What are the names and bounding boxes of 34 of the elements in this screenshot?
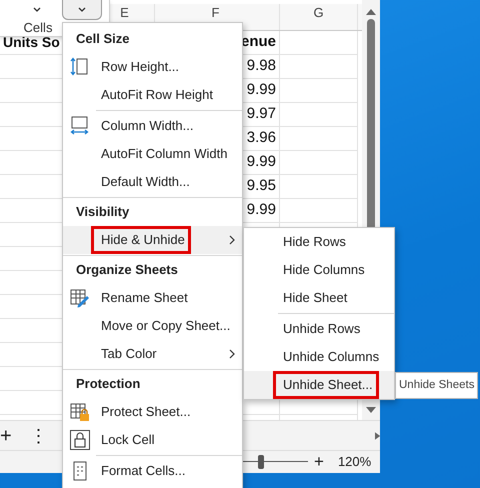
menu-item[interactable]: Tab Color bbox=[63, 340, 242, 368]
menu-item[interactable]: Hide Columns bbox=[244, 256, 394, 284]
column-width-icon bbox=[70, 116, 90, 136]
add-sheet-button[interactable]: + bbox=[0, 426, 12, 446]
tooltip: Unhide Sheets bbox=[395, 372, 478, 400]
chevron-down-icon bbox=[33, 7, 41, 12]
section-heading: Protection bbox=[75, 375, 142, 394]
dropdown-button[interactable] bbox=[62, 0, 102, 20]
menu-item[interactable]: Format Cells... bbox=[63, 457, 242, 485]
table-lock-icon bbox=[70, 402, 90, 422]
chevron-right-icon bbox=[229, 235, 235, 245]
chevron-right-icon bbox=[229, 349, 235, 359]
scroll-down-icon bbox=[366, 407, 376, 414]
menu-item[interactable]: Protect Sheet... bbox=[63, 398, 242, 426]
menu-item[interactable]: Lock Cell bbox=[63, 426, 242, 454]
menu-item[interactable]: Hide Sheet bbox=[244, 284, 394, 312]
zoom-in-button[interactable]: + bbox=[314, 449, 324, 475]
table-pencil-icon bbox=[70, 288, 90, 308]
menu-item[interactable]: Move or Copy Sheet... bbox=[63, 312, 242, 340]
chevron-down-icon bbox=[78, 7, 86, 12]
scroll-up-icon bbox=[366, 8, 376, 15]
menu-item[interactable]: Rename Sheet bbox=[63, 284, 242, 312]
more-button[interactable]: ⋮ bbox=[30, 426, 48, 444]
menu-item[interactable]: Unhide Rows bbox=[244, 315, 394, 343]
zoom-level[interactable]: 120% bbox=[338, 452, 372, 472]
padlock-icon bbox=[70, 430, 90, 450]
scroll-right-icon bbox=[374, 430, 380, 440]
section-heading: Organize Sheets bbox=[75, 261, 179, 280]
row-height-icon bbox=[70, 57, 90, 77]
section-heading: Visibility bbox=[75, 203, 130, 222]
menu-item[interactable]: Hide Rows bbox=[244, 228, 394, 256]
menu-item[interactable]: Unhide Columns bbox=[244, 343, 394, 371]
slider-thumb[interactable] bbox=[258, 455, 264, 469]
column-header[interactable]: G bbox=[280, 4, 358, 30]
